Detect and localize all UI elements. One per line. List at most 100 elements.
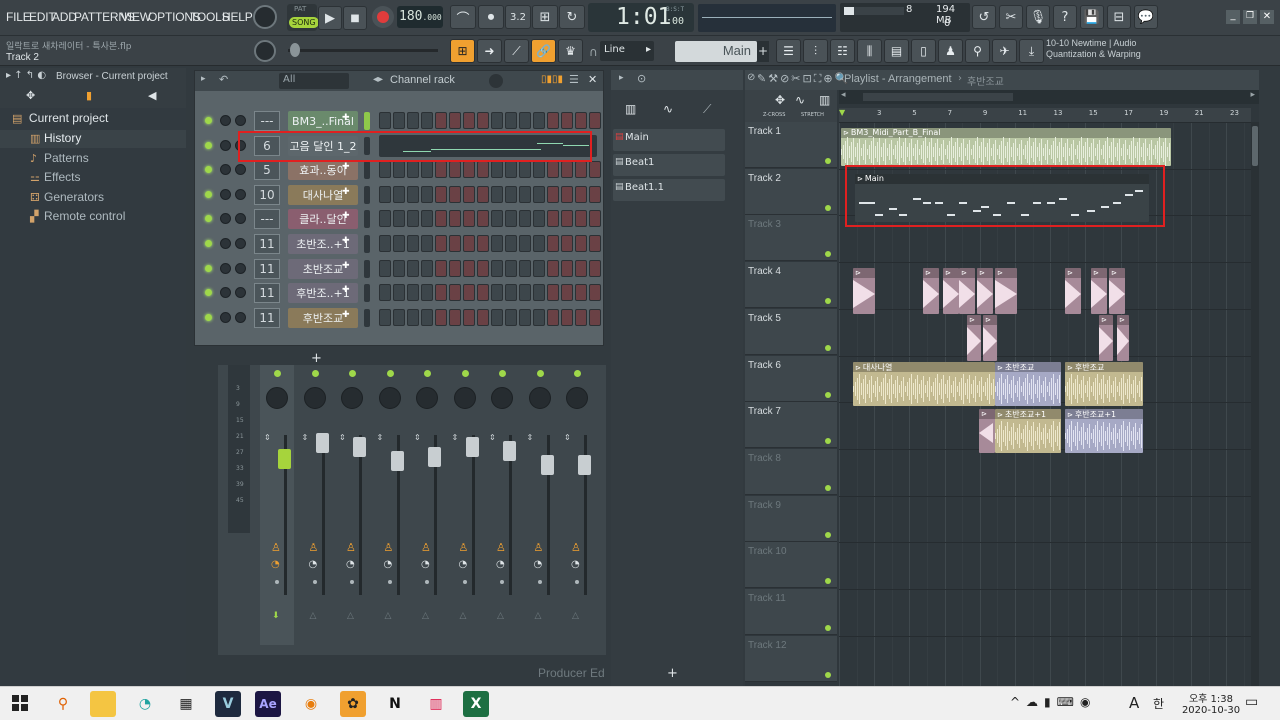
link-button[interactable]: 🔗 [531,39,556,63]
step-button[interactable] [505,308,517,326]
channel-row[interactable]: 10 대사나열 ✚ [201,184,601,206]
channel-pan-knob[interactable] [220,262,231,274]
step-button[interactable] [575,259,587,277]
step-button[interactable] [519,259,531,277]
step-button[interactable] [575,284,587,302]
step-button[interactable] [491,259,503,277]
clip-menu-icon[interactable]: ⊳ [1067,269,1073,277]
edge-icon[interactable]: ◔ [132,691,158,717]
browser-item-patterns[interactable]: ♪ Patterns [0,150,186,168]
send-arrow-icon[interactable]: ⬇ [272,611,280,621]
step-button[interactable] [519,210,531,228]
track-mute-led[interactable] [825,671,831,678]
mixer-led[interactable] [311,370,319,377]
chat-button[interactable]: 💬 [1134,5,1158,29]
track-header[interactable]: Track 6 [745,355,837,402]
step-button[interactable] [407,210,419,228]
audio-clip-huban[interactable]: ⊳ 후반조교 [1065,362,1143,406]
mixer-led[interactable] [386,370,394,377]
channel-mute-led[interactable] [205,141,212,149]
step-button[interactable] [589,210,601,228]
volume-fader[interactable] [353,437,366,457]
mixer-route-icon[interactable]: ♙ [309,541,319,554]
stereo-sep-icon[interactable]: ◔ [346,559,355,570]
clip-menu-icon[interactable]: ⊳ [843,129,849,137]
clip-menu-icon[interactable]: ⊳ [1119,316,1125,324]
step-button[interactable] [519,235,531,252]
step-button[interactable] [407,161,419,179]
rack-arrows-icon[interactable]: ◂▸ [373,74,383,85]
volume-fader[interactable] [540,455,554,475]
cut-tool-button[interactable]: ✂ [999,5,1023,29]
step-button[interactable] [547,308,559,326]
notion-icon[interactable]: N [382,691,408,717]
step-button[interactable] [575,161,587,179]
piano-mode-icon[interactable]: ▥ [819,93,830,107]
step-button[interactable] [589,308,601,326]
wait-input-button[interactable]: ⏺ [478,5,504,29]
step-button[interactable] [519,112,531,129]
mixer-strip[interactable]: ⇕ ♙ ◔ △ [448,365,482,645]
add-pattern-button[interactable]: + [757,41,769,62]
stereo-sep-icon[interactable]: ◔ [534,559,543,570]
track-mute-led[interactable] [825,438,831,445]
step-button[interactable] [519,185,531,203]
channel-mute-led[interactable] [205,117,212,124]
news-panel[interactable]: 10-10 Newtime | Audio Quantization & War… [1046,38,1186,64]
piano-roll-button[interactable]: ⫶ [803,39,828,63]
maximize-button[interactable]: ❐ [1243,10,1257,24]
channel-mute-led[interactable] [205,240,212,247]
track-mute-led[interactable] [825,391,831,398]
snap-select[interactable]: Line ▸ [600,41,654,61]
track-header[interactable]: Track 12 [745,635,837,682]
step-button[interactable] [407,235,419,252]
stereo-sep-icon[interactable]: ◔ [421,559,430,570]
browser-item-remote-control[interactable]: ▞ Remote control [0,208,186,226]
track-header[interactable]: Track 5 [745,308,837,355]
audio-clip-track5[interactable]: ⊳ [967,315,981,361]
minimize-button[interactable]: _ [1226,10,1240,24]
step-button[interactable] [477,235,489,252]
step-button[interactable] [379,210,391,228]
piano-button[interactable]: ⊟ [1107,5,1131,29]
step-button[interactable] [561,210,573,228]
stop-button[interactable]: ■ [343,6,367,30]
channel-row[interactable]: 5 효과..동이 ✚ [201,159,601,181]
step-button[interactable] [533,259,545,277]
after-effects-icon[interactable]: Ae [255,691,281,717]
scroll-left-icon[interactable]: ◂ [841,90,846,100]
send-arrow-icon[interactable]: △ [497,611,504,621]
step-button[interactable] [393,259,405,277]
channel-row[interactable]: --- BM3_..Final ✚ [201,110,601,132]
step-button[interactable] [575,210,587,228]
mixer-button[interactable]: ⫼ [857,39,882,63]
channel-pan-knob[interactable] [220,287,231,299]
menu-view[interactable]: VIEW [121,10,151,24]
step-button[interactable] [519,284,531,302]
mixer-strip[interactable]: ⇕ ♙ ◔ △ [523,365,557,645]
step-button[interactable] [463,210,475,228]
step-button[interactable] [505,185,517,203]
step-button[interactable] [379,259,391,277]
clip-menu-icon[interactable]: ⊳ [1093,269,1099,277]
step-button[interactable] [393,308,405,326]
step-button[interactable] [435,161,447,179]
channel-settings-button[interactable]: ▤ [884,39,909,63]
stereo-sep-icon[interactable]: ◔ [459,559,468,570]
step-button[interactable] [421,210,433,228]
playlist-menu-icon[interactable]: ⊘ [747,72,755,83]
blender-icon[interactable]: ◉ [298,691,324,717]
channel-pan-knob[interactable] [220,213,231,225]
channel-select-indicator[interactable] [364,210,370,229]
channel-mute-led[interactable] [205,264,212,272]
step-button[interactable] [449,235,461,252]
clock-date[interactable]: 2020-10-30 [1180,705,1242,716]
step-button[interactable] [407,112,419,129]
help-button[interactable]: ? [1053,5,1077,29]
step-button[interactable] [435,284,447,302]
step-button[interactable] [393,235,405,252]
graph-editor-icon[interactable]: ▯▮▯▮ [541,74,563,85]
track-header[interactable]: Track 9 [745,495,837,542]
volume-fader[interactable] [428,447,441,467]
step-button[interactable] [435,112,447,129]
